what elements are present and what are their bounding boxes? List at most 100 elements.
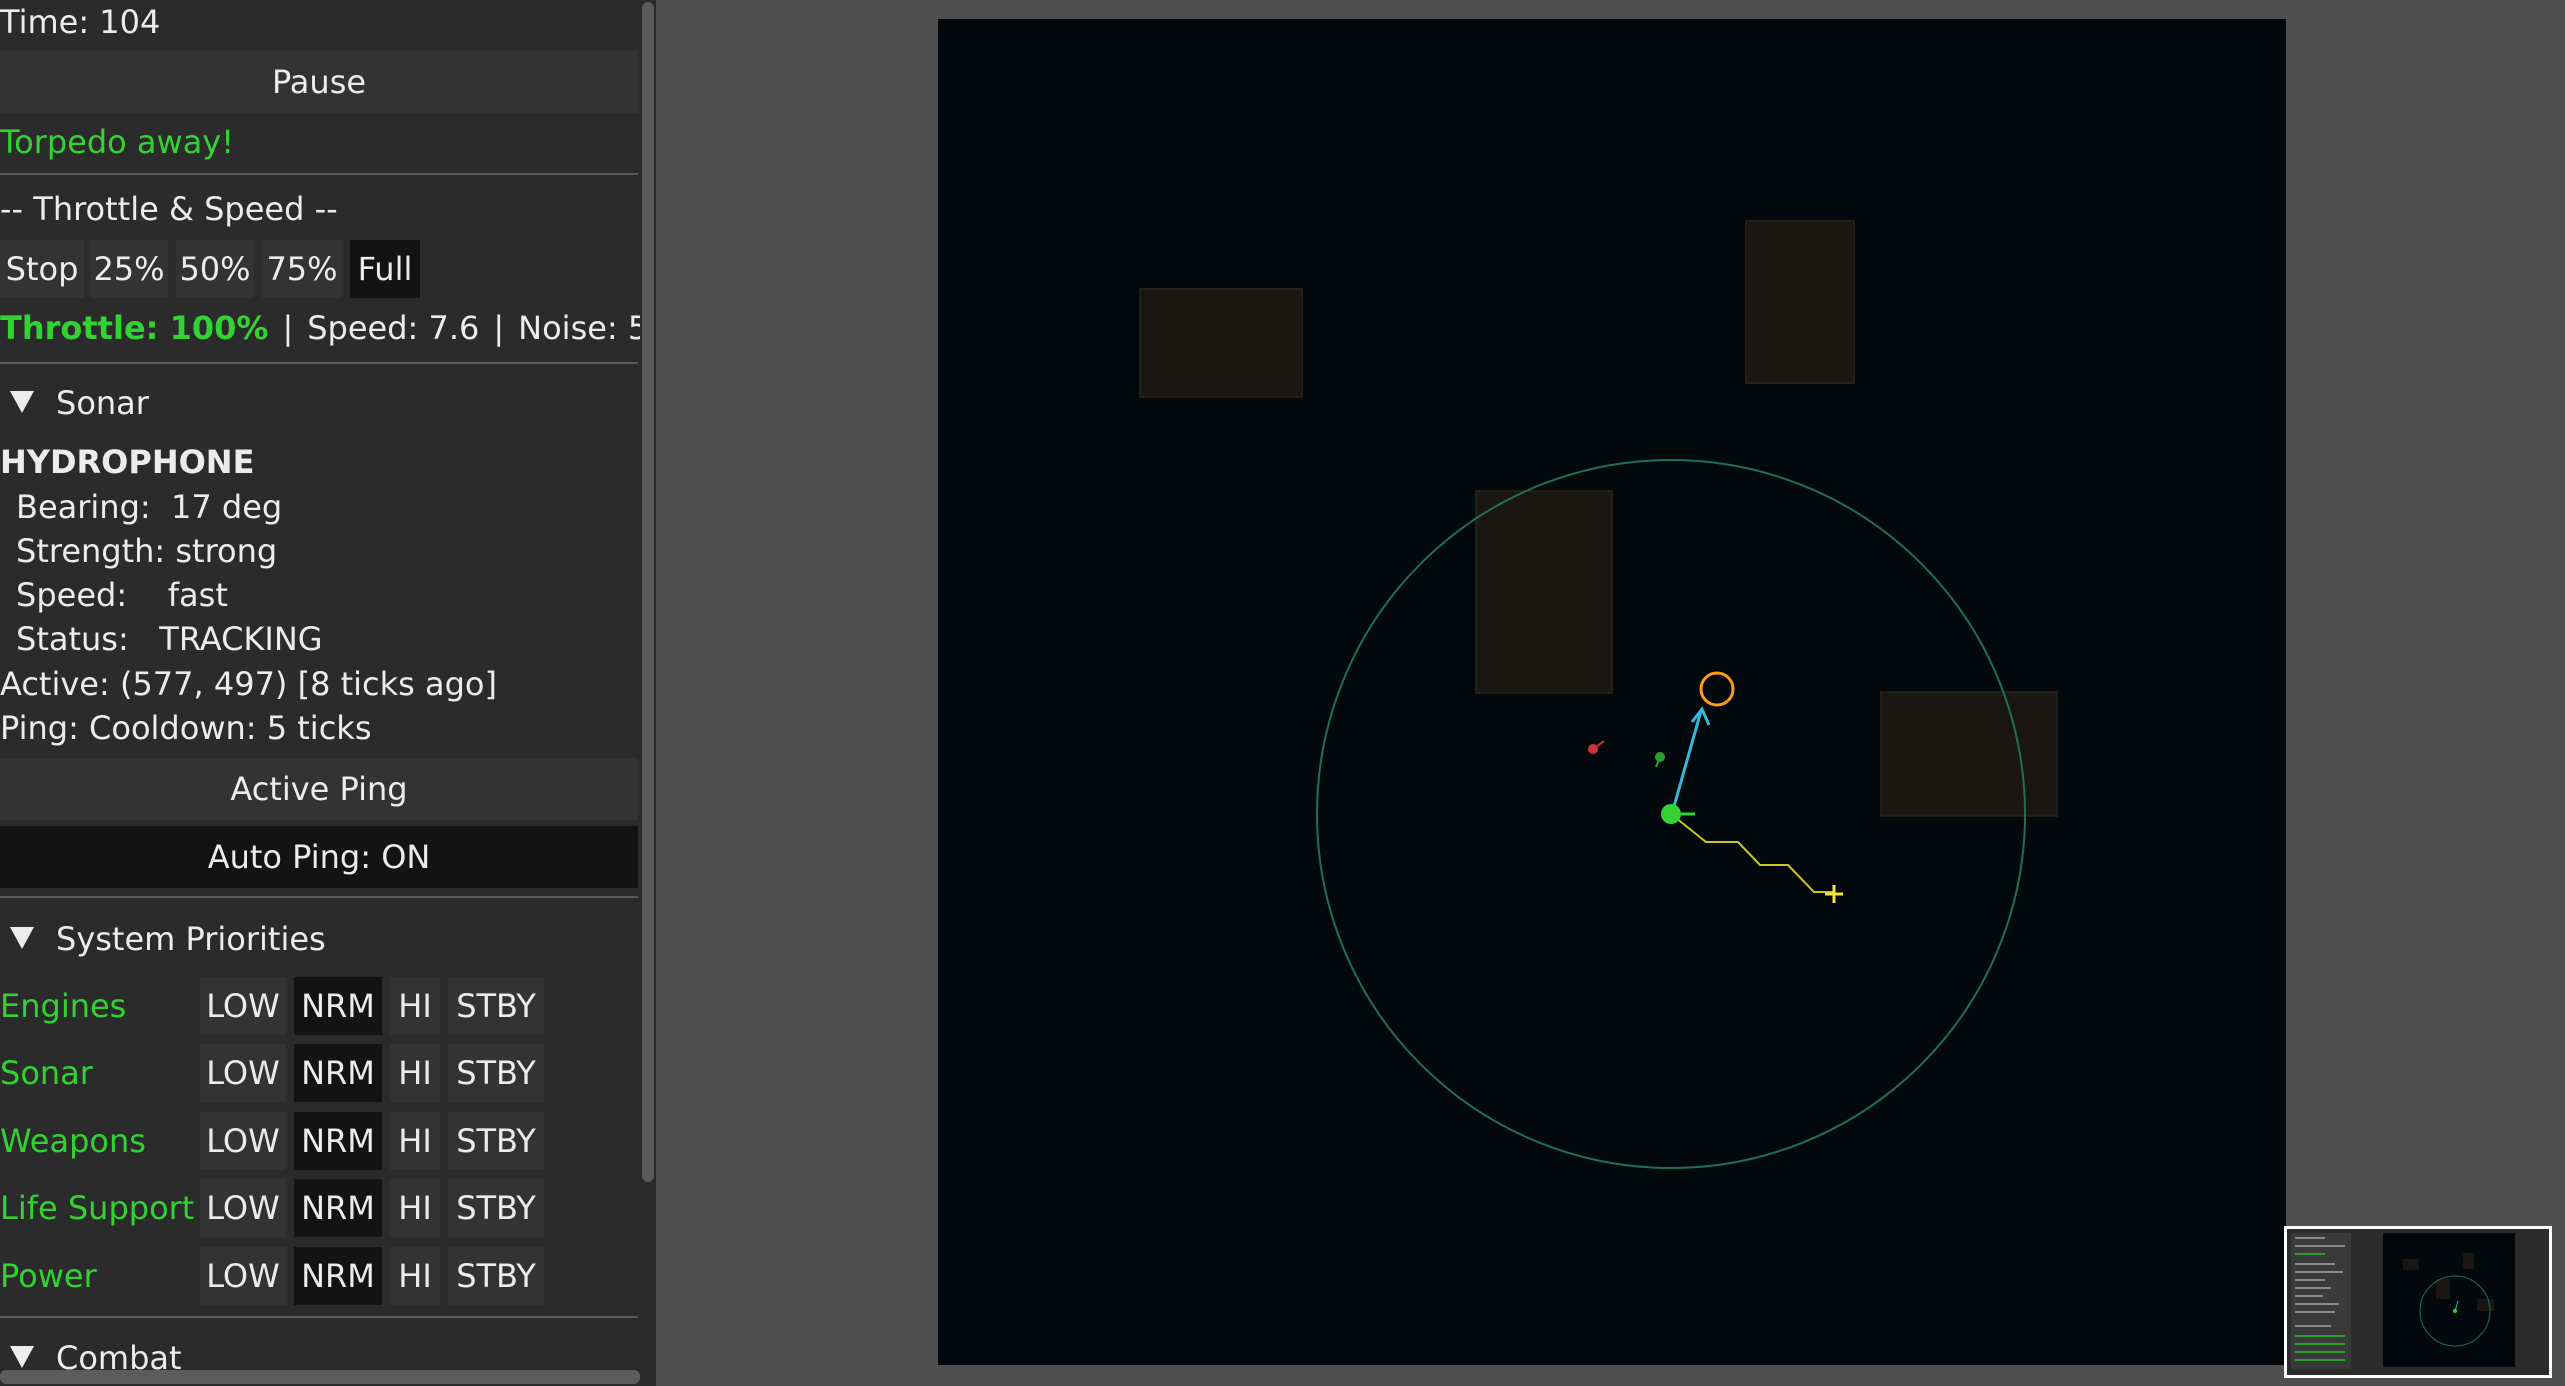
sonar-low-button[interactable]: LOW bbox=[200, 1044, 286, 1102]
throttle-full-button[interactable]: Full bbox=[350, 240, 420, 298]
minimap-line bbox=[2295, 1311, 2335, 1313]
engines-stby-button[interactable]: STBY bbox=[448, 977, 544, 1035]
time-readout: Time: 104 bbox=[0, 3, 161, 41]
minimap-thumbnail[interactable] bbox=[2284, 1226, 2552, 1378]
life-support-low-button[interactable]: LOW bbox=[200, 1179, 286, 1237]
heading-arrow bbox=[1671, 706, 1711, 811]
waypoint-cross-icon bbox=[1825, 885, 1843, 903]
pause-button[interactable]: Pause bbox=[0, 51, 638, 113]
status-message: Torpedo away! bbox=[0, 123, 235, 161]
weapons-stby-button[interactable]: STBY bbox=[448, 1112, 544, 1170]
throttle-50-button[interactable]: 50% bbox=[176, 240, 254, 298]
sonar-section-header[interactable]: Sonar bbox=[0, 381, 149, 425]
minimap-obstacle bbox=[2463, 1253, 2474, 1269]
priorities-section-title: System Priorities bbox=[56, 920, 326, 958]
obstacle bbox=[1745, 220, 1855, 384]
minimap-map-preview bbox=[2383, 1233, 2515, 1367]
contact-ring-icon bbox=[1699, 671, 1735, 707]
divider bbox=[0, 1316, 638, 1318]
throttle-status-row: Throttle: 100% | Speed: 7.6 | Noise: 50.0 bbox=[0, 306, 656, 350]
throttle-value: Throttle: 100% bbox=[0, 309, 269, 347]
minimap-line bbox=[2295, 1237, 2325, 1239]
obstacle bbox=[1880, 691, 2058, 817]
engines-low-button[interactable]: LOW bbox=[200, 977, 286, 1035]
power-stby-button[interactable]: STBY bbox=[448, 1247, 544, 1305]
weapons-hi-button[interactable]: HI bbox=[390, 1112, 440, 1170]
throttle-heading: -- Throttle & Speed -- bbox=[0, 190, 338, 228]
minimap-panel-preview bbox=[2291, 1233, 2351, 1369]
engines-hi-button[interactable]: HI bbox=[390, 977, 440, 1035]
obstacle bbox=[1475, 490, 1613, 694]
horizontal-scrollbar[interactable] bbox=[0, 1370, 640, 1384]
power-hi-button[interactable]: HI bbox=[390, 1247, 440, 1305]
minimap-line bbox=[2295, 1263, 2335, 1265]
vertical-scrollbar-thumb[interactable] bbox=[642, 2, 654, 1182]
power-nrm-button[interactable]: NRM bbox=[294, 1247, 382, 1305]
divider bbox=[0, 362, 638, 364]
engines-nrm-button[interactable]: NRM bbox=[294, 977, 382, 1035]
throttle-stop-button[interactable]: Stop bbox=[0, 240, 84, 298]
priority-label-power: Power bbox=[0, 1257, 97, 1295]
auto-ping-toggle[interactable]: Auto Ping: ON bbox=[0, 826, 638, 888]
sonar-speed: Speed: fast bbox=[16, 576, 228, 614]
active-ping-button[interactable]: Active Ping bbox=[0, 758, 638, 820]
sonar-section-title: Sonar bbox=[56, 384, 149, 422]
divider bbox=[0, 896, 638, 898]
minimap-line bbox=[2295, 1359, 2345, 1361]
minimap-line bbox=[2295, 1335, 2345, 1337]
separator: | bbox=[282, 309, 294, 347]
torpedo-marker bbox=[1655, 752, 1665, 768]
life-support-stby-button[interactable]: STBY bbox=[448, 1179, 544, 1237]
triangle-down-icon bbox=[10, 927, 34, 949]
priority-label-life-support: Life Support bbox=[0, 1189, 195, 1227]
weapons-low-button[interactable]: LOW bbox=[200, 1112, 286, 1170]
minimap-line bbox=[2295, 1295, 2323, 1297]
priority-label-weapons: Weapons bbox=[0, 1122, 146, 1160]
sonar-bearing: Bearing: 17 deg bbox=[16, 488, 283, 526]
speed-value: Speed: 7.6 bbox=[307, 309, 480, 347]
minimap-line bbox=[2295, 1287, 2331, 1289]
weapons-nrm-button[interactable]: NRM bbox=[294, 1112, 382, 1170]
noise-value: Noise: 50.0 bbox=[518, 309, 656, 347]
minimap-line bbox=[2295, 1271, 2343, 1273]
enemy-marker bbox=[1588, 740, 1605, 754]
minimap-line bbox=[2295, 1245, 2345, 1247]
throttle-75-button[interactable]: 75% bbox=[262, 240, 342, 298]
priority-label-sonar: Sonar bbox=[0, 1054, 93, 1092]
tactical-map[interactable] bbox=[938, 19, 2286, 1365]
priorities-section-header[interactable]: System Priorities bbox=[0, 917, 326, 961]
sonar-hi-button[interactable]: HI bbox=[390, 1044, 440, 1102]
divider bbox=[0, 173, 638, 175]
life-support-hi-button[interactable]: HI bbox=[390, 1179, 440, 1237]
waypoint-path bbox=[1670, 813, 1834, 893]
minimap-obstacle bbox=[2477, 1299, 2494, 1311]
sonar-mode: HYDROPHONE bbox=[0, 443, 255, 481]
triangle-down-icon bbox=[10, 1346, 34, 1368]
separator: | bbox=[493, 309, 505, 347]
minimap-obstacle bbox=[2436, 1279, 2450, 1299]
minimap-line bbox=[2295, 1303, 2339, 1305]
throttle-25-button[interactable]: 25% bbox=[90, 240, 168, 298]
minimap-line bbox=[2295, 1343, 2345, 1345]
minimap-obstacle bbox=[2403, 1259, 2419, 1270]
obstacle bbox=[1139, 288, 1303, 398]
player-sub-icon bbox=[1661, 804, 1695, 824]
life-support-nrm-button[interactable]: NRM bbox=[294, 1179, 382, 1237]
minimap-line bbox=[2295, 1279, 2325, 1281]
ping-cooldown-readout: Ping: Cooldown: 5 ticks bbox=[0, 709, 372, 747]
active-contact-readout: Active: (577, 497) [8 ticks ago] bbox=[0, 665, 497, 703]
control-panel: Time: 104 Pause Torpedo away! -- Throttl… bbox=[0, 0, 656, 1386]
sonar-nrm-button[interactable]: NRM bbox=[294, 1044, 382, 1102]
minimap-line bbox=[2295, 1253, 2325, 1255]
sonar-status: Status: TRACKING bbox=[16, 620, 323, 658]
minimap-heading bbox=[2454, 1300, 2459, 1312]
minimap-line bbox=[2295, 1351, 2345, 1353]
sonar-strength: Strength: strong bbox=[16, 532, 278, 570]
sonar-stby-button[interactable]: STBY bbox=[448, 1044, 544, 1102]
triangle-down-icon bbox=[10, 391, 34, 413]
power-low-button[interactable]: LOW bbox=[200, 1247, 286, 1305]
map-canvas bbox=[1139, 220, 2058, 1169]
priority-label-engines: Engines bbox=[0, 987, 127, 1025]
minimap-canvas bbox=[2403, 1253, 2494, 1347]
minimap-line bbox=[2295, 1325, 2331, 1327]
